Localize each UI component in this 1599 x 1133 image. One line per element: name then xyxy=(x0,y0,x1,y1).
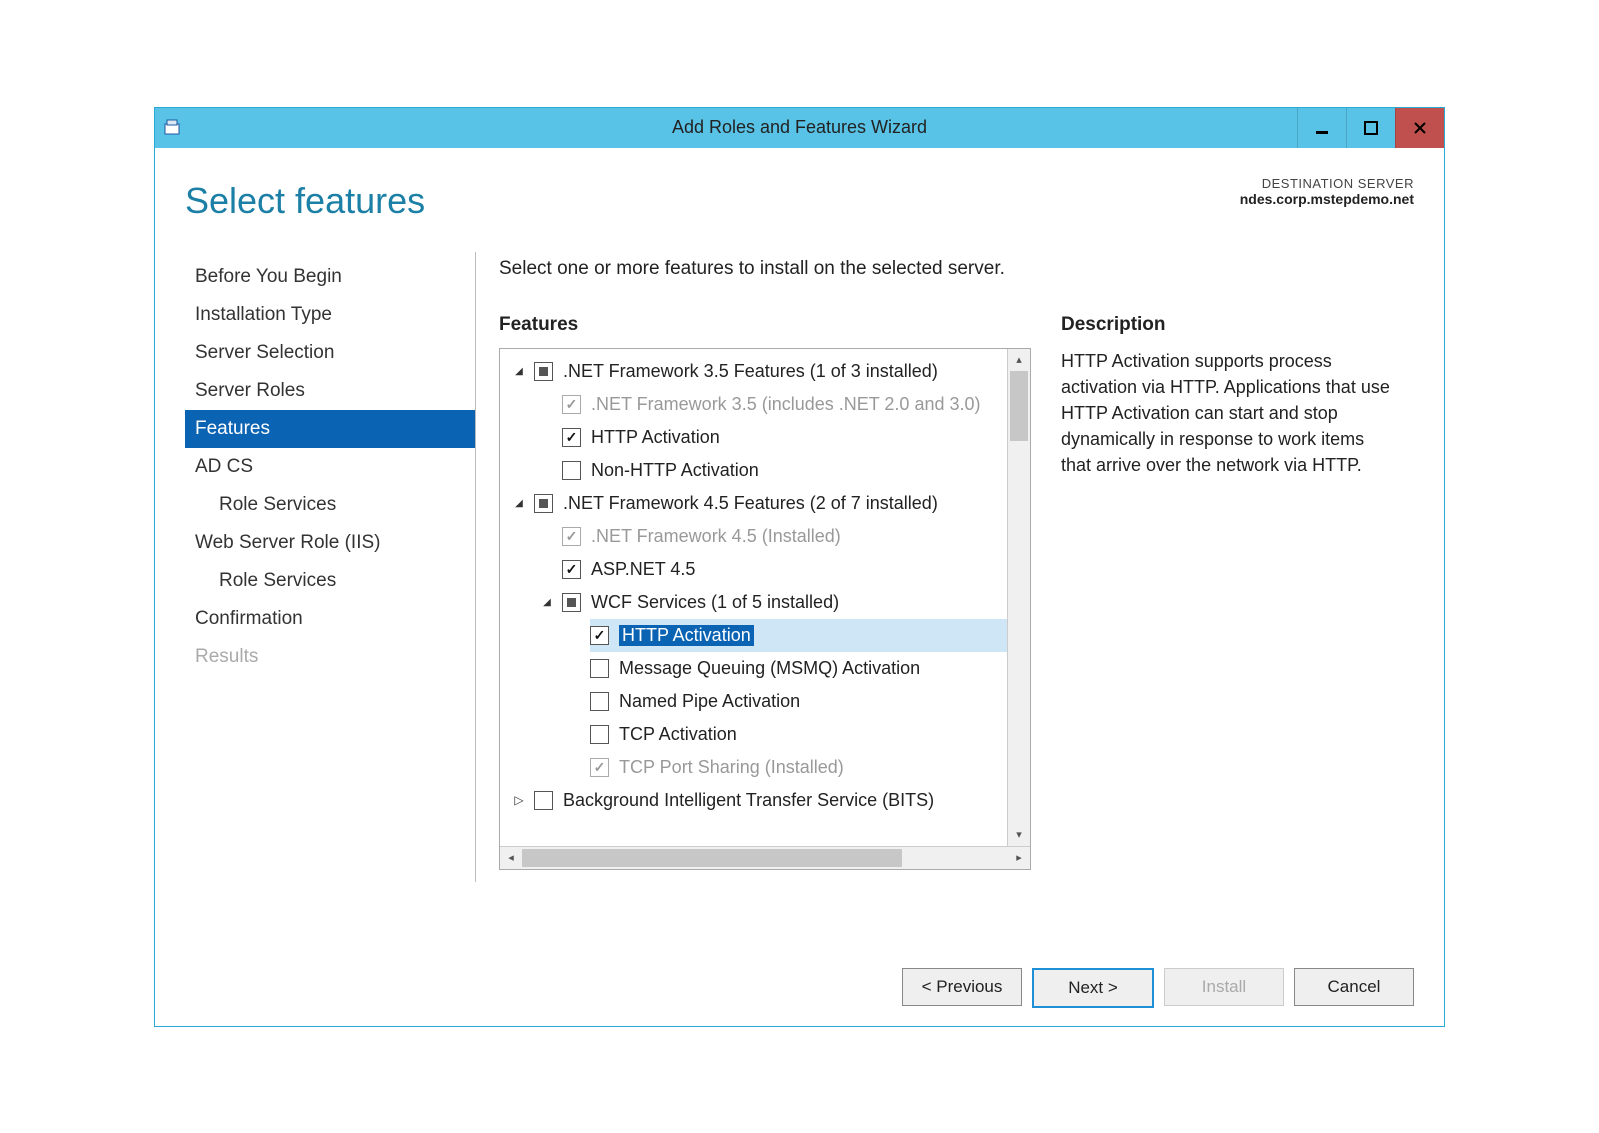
tree-row[interactable]: TCP Activation xyxy=(506,718,1007,751)
destination-server: ndes.corp.mstepdemo.net xyxy=(1240,191,1414,207)
pane-divider xyxy=(475,252,476,882)
feature-label: .NET Framework 3.5 Features (1 of 3 inst… xyxy=(563,361,938,382)
sidebar-item-web-server-role-iis-[interactable]: Web Server Role (IIS) xyxy=(185,524,475,562)
expander-open-icon[interactable]: ◢ xyxy=(512,366,526,377)
sidebar-item-before-you-begin[interactable]: Before You Begin xyxy=(185,258,475,296)
vertical-scroll-thumb[interactable] xyxy=(1010,371,1028,441)
sidebar-item-role-services[interactable]: Role Services xyxy=(185,562,475,600)
feature-checkbox[interactable] xyxy=(590,659,609,678)
feature-label: HTTP Activation xyxy=(619,625,754,646)
window-title: Add Roles and Features Wizard xyxy=(155,117,1444,138)
wizard-window: Add Roles and Features Wizard Select fea… xyxy=(154,107,1445,1027)
feature-checkbox[interactable] xyxy=(562,593,581,612)
destination-label: DESTINATION SERVER xyxy=(1240,176,1414,191)
features-tree: ◢ .NET Framework 3.5 Features (1 of 3 ins… xyxy=(499,348,1031,870)
feature-label: .NET Framework 4.5 (Installed) xyxy=(591,526,841,547)
tree-row[interactable]: .NET Framework 4.5 (Installed) xyxy=(506,520,1007,553)
tree-row[interactable]: HTTP Activation xyxy=(506,619,1007,652)
feature-checkbox[interactable] xyxy=(534,494,553,513)
scroll-up-icon[interactable]: ▴ xyxy=(1008,349,1030,371)
tree-row[interactable]: TCP Port Sharing (Installed) xyxy=(506,751,1007,784)
sidebar-item-ad-cs[interactable]: AD CS xyxy=(185,448,475,486)
feature-checkbox xyxy=(562,527,581,546)
feature-label: Background Intelligent Transfer Service … xyxy=(563,790,934,811)
tree-row[interactable]: ◢ WCF Services (1 of 5 installed) xyxy=(506,586,1007,619)
tree-row[interactable]: Named Pipe Activation xyxy=(506,685,1007,718)
tree-row[interactable]: HTTP Activation xyxy=(506,421,1007,454)
vertical-scrollbar[interactable]: ▴ ▾ xyxy=(1007,349,1030,846)
cancel-button[interactable]: Cancel xyxy=(1294,968,1414,1006)
expander-open-icon[interactable]: ◢ xyxy=(512,498,526,509)
sidebar-item-confirmation[interactable]: Confirmation xyxy=(185,600,475,638)
feature-label: TCP Activation xyxy=(619,724,737,745)
feature-checkbox[interactable] xyxy=(590,692,609,711)
features-heading: Features xyxy=(499,314,1031,336)
description-text: HTTP Activation supports process activat… xyxy=(1061,348,1391,478)
feature-checkbox[interactable] xyxy=(534,791,553,810)
tree-row[interactable]: .NET Framework 3.5 (includes .NET 2.0 an… xyxy=(506,388,1007,421)
feature-checkbox xyxy=(590,758,609,777)
feature-checkbox[interactable] xyxy=(562,560,581,579)
horizontal-scroll-thumb[interactable] xyxy=(522,849,902,867)
wizard-footer: < Previous Next > Install Cancel xyxy=(185,944,1414,1008)
expander-closed-icon[interactable]: ▷ xyxy=(512,793,526,807)
feature-checkbox[interactable] xyxy=(562,428,581,447)
description-heading: Description xyxy=(1061,314,1414,336)
page-title: Select features xyxy=(185,180,425,222)
sidebar-item-server-selection[interactable]: Server Selection xyxy=(185,334,475,372)
tree-row[interactable]: Non-HTTP Activation xyxy=(506,454,1007,487)
tree-row[interactable]: ◢ .NET Framework 3.5 Features (1 of 3 ins… xyxy=(506,355,1007,388)
install-button: Install xyxy=(1164,968,1284,1006)
feature-checkbox xyxy=(562,395,581,414)
next-button[interactable]: Next > xyxy=(1032,968,1154,1008)
feature-checkbox[interactable] xyxy=(590,626,609,645)
sidebar-item-results: Results xyxy=(185,638,475,676)
feature-checkbox[interactable] xyxy=(534,362,553,381)
tree-row[interactable]: ▷ Background Intelligent Transfer Service… xyxy=(506,784,1007,817)
feature-label: HTTP Activation xyxy=(591,427,720,448)
scroll-left-icon[interactable]: ◂ xyxy=(500,847,522,869)
tree-row[interactable]: Message Queuing (MSMQ) Activation xyxy=(506,652,1007,685)
sidebar-item-server-roles[interactable]: Server Roles xyxy=(185,372,475,410)
sidebar-item-role-services[interactable]: Role Services xyxy=(185,486,475,524)
horizontal-scrollbar[interactable]: ◂ ▸ xyxy=(500,846,1030,869)
feature-label: TCP Port Sharing (Installed) xyxy=(619,757,844,778)
titlebar[interactable]: Add Roles and Features Wizard xyxy=(155,108,1444,148)
expander-open-icon[interactable]: ◢ xyxy=(540,597,554,608)
previous-button[interactable]: < Previous xyxy=(902,968,1022,1006)
feature-checkbox[interactable] xyxy=(562,461,581,480)
feature-label: .NET Framework 3.5 (includes .NET 2.0 an… xyxy=(591,394,981,415)
feature-label: Non-HTTP Activation xyxy=(591,460,759,481)
feature-label: WCF Services (1 of 5 installed) xyxy=(591,592,839,613)
feature-label: .NET Framework 4.5 Features (2 of 7 inst… xyxy=(563,493,938,514)
sidebar-item-features[interactable]: Features xyxy=(185,410,475,448)
tree-row[interactable]: ◢ .NET Framework 4.5 Features (2 of 7 ins… xyxy=(506,487,1007,520)
feature-label: Named Pipe Activation xyxy=(619,691,800,712)
tree-row[interactable]: ASP.NET 4.5 xyxy=(506,553,1007,586)
scroll-right-icon[interactable]: ▸ xyxy=(1008,847,1030,869)
sidebar-item-installation-type[interactable]: Installation Type xyxy=(185,296,475,334)
wizard-sidebar: Before You BeginInstallation TypeServer … xyxy=(185,258,475,944)
feature-label: ASP.NET 4.5 xyxy=(591,559,695,580)
feature-label: Message Queuing (MSMQ) Activation xyxy=(619,658,920,679)
instruction-text: Select one or more features to install o… xyxy=(499,258,1414,280)
scroll-down-icon[interactable]: ▾ xyxy=(1008,824,1030,846)
feature-checkbox[interactable] xyxy=(590,725,609,744)
